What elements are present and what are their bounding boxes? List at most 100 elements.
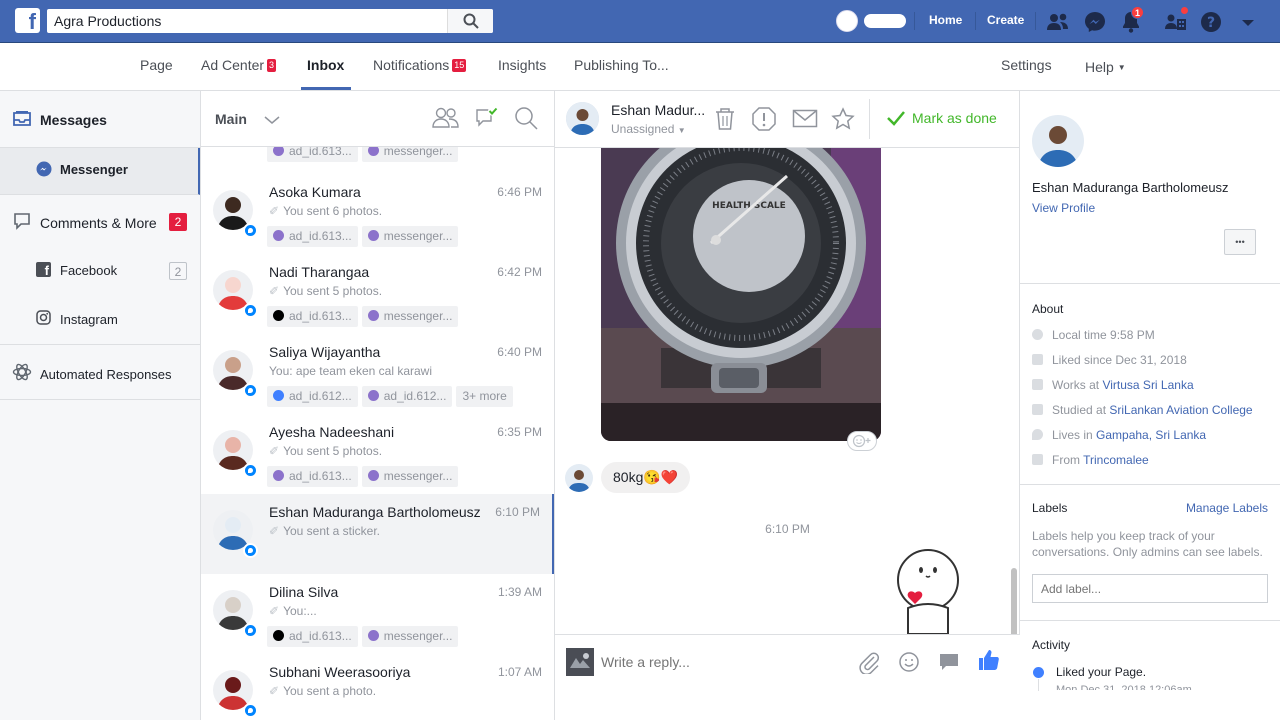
- trash-icon[interactable]: [713, 106, 737, 132]
- settings-link[interactable]: Settings: [1001, 57, 1052, 73]
- sidebar-item-label: Comments & More: [40, 215, 157, 231]
- add-reaction-icon[interactable]: [847, 431, 877, 451]
- label-tag[interactable]: 3+ more: [456, 386, 513, 407]
- conversation-tags: ad_id.612... ad_id.612... 3+ more: [267, 386, 517, 407]
- top-bar: f Home Create 1 ?: [0, 0, 1280, 43]
- paperclip-icon: ✐: [269, 524, 280, 538]
- assign-people-icon[interactable]: [432, 105, 460, 131]
- create-link[interactable]: Create: [987, 13, 1024, 27]
- mark-unread-envelope-icon[interactable]: [792, 108, 818, 130]
- conversation-list: Main ad_id.613... messenger... Asoka Kuma…: [201, 91, 555, 720]
- sender-avatar[interactable]: [565, 464, 593, 492]
- spam-alert-icon[interactable]: [751, 106, 777, 132]
- heart-sticker-icon[interactable]: [888, 548, 968, 634]
- search-input[interactable]: [47, 9, 447, 33]
- sidebar-item-instagram[interactable]: Instagram: [0, 293, 200, 345]
- profile-name-redacted[interactable]: [864, 14, 906, 28]
- tab-insights[interactable]: Insights: [498, 57, 546, 73]
- attachment-paperclip-icon[interactable]: [857, 650, 881, 674]
- tab-notifications[interactable]: Notifications 15: [373, 57, 467, 73]
- sidebar-item-label: Messages: [40, 112, 107, 128]
- tab-publishing-tools[interactable]: Publishing To...: [574, 57, 669, 73]
- reply-input[interactable]: [601, 649, 841, 675]
- label-tag[interactable]: ad_id.613...: [267, 466, 358, 487]
- thumbs-up-like-icon[interactable]: [977, 648, 1001, 672]
- hometown-link[interactable]: Trincomalee: [1083, 453, 1149, 467]
- tag-color-dot: [273, 390, 284, 401]
- messenger-badge-icon: [243, 223, 258, 238]
- manage-labels-link[interactable]: Manage Labels: [1186, 501, 1268, 515]
- sidebar-item-messenger[interactable]: Messenger: [0, 148, 200, 195]
- current-city-link[interactable]: Gampaha, Sri Lanka: [1096, 428, 1206, 442]
- label-tag[interactable]: messenger...: [361, 466, 459, 487]
- facebook-logo-icon[interactable]: f: [15, 8, 40, 33]
- label-tag[interactable]: ad_id.612...: [361, 386, 453, 407]
- tab-inbox[interactable]: Inbox: [307, 57, 344, 73]
- activity-heading: Activity: [1032, 638, 1071, 652]
- ad-center-count-badge: 3: [267, 59, 277, 72]
- conversation-item[interactable]: Nadi Tharangaa 6:42 PM ✐ You sent 5 photos.…: [201, 254, 554, 334]
- conversation-item[interactable]: Dilina Silva 1:39 AM ✐ You:... ad_id.613... m…: [201, 574, 554, 654]
- emoji-smiley-icon[interactable]: [897, 650, 921, 674]
- about-section: About Local time 9:58 PM Liked since Dec…: [1020, 284, 1280, 485]
- friend-requests-icon[interactable]: [1045, 9, 1071, 35]
- active-tab-underline: [301, 87, 351, 90]
- conversation-item[interactable]: Asoka Kumara 6:46 PM ✐ You sent 6 photos. ad…: [201, 174, 554, 254]
- view-profile-link[interactable]: View Profile: [1032, 201, 1095, 215]
- contact-name[interactable]: Eshan Madur...: [611, 102, 705, 118]
- help-question-icon[interactable]: ?: [1198, 9, 1224, 35]
- school-link[interactable]: SriLankan Aviation College: [1109, 403, 1252, 417]
- conversation-item[interactable]: Subhani Weerasooriya 1:07 AM ✐ You sent a p…: [201, 654, 554, 720]
- conversation-item[interactable]: Ayesha Nadeeshani 6:35 PM ✐ You sent 5 phot…: [201, 414, 554, 494]
- assignment-label: Unassigned: [611, 122, 675, 136]
- instagram-icon: [36, 310, 51, 325]
- chevron-down-icon[interactable]: [263, 114, 281, 126]
- account-menu-caret-icon[interactable]: [1235, 9, 1261, 35]
- notifications-count-badge: 15: [452, 59, 467, 72]
- label-tag[interactable]: messenger...: [361, 626, 459, 647]
- sidebar-item-automated-responses[interactable]: Automated Responses: [0, 345, 200, 400]
- saved-replies-icon[interactable]: [937, 650, 961, 674]
- tab-label: Page: [140, 57, 173, 73]
- chat-scrollbar[interactable]: [1011, 568, 1017, 634]
- conversation-item[interactable]: Saliya Wijayantha 6:40 PM You: ape team ek…: [201, 334, 554, 414]
- tab-page[interactable]: Page: [140, 57, 173, 73]
- label-tag[interactable]: ad_id.612...: [267, 386, 358, 407]
- sent-photo[interactable]: HEALTH SCALE: [601, 148, 881, 441]
- folder-filter-label[interactable]: Main: [215, 111, 247, 127]
- contact-profile-photo[interactable]: [1032, 115, 1084, 167]
- mark-as-done-button[interactable]: Mark as done: [886, 109, 997, 127]
- messenger-badge-icon: [243, 543, 258, 558]
- tab-ad-center[interactable]: Ad Center 3: [201, 57, 277, 73]
- sidebar-item-comments[interactable]: Comments & More 2: [0, 195, 200, 245]
- sidebar-item-messages[interactable]: Messages: [0, 91, 200, 148]
- label-tag[interactable]: ad_id.613...: [267, 626, 358, 647]
- done-filter-icon[interactable]: [474, 105, 500, 131]
- label-tag[interactable]: messenger...: [361, 226, 459, 247]
- label-tag[interactable]: messenger...: [361, 306, 459, 327]
- help-menu[interactable]: Help ▼: [1085, 59, 1126, 75]
- conversation-name: Ayesha Nadeeshani: [269, 424, 395, 440]
- message-bubble[interactable]: 80kg😘❤️: [601, 462, 691, 493]
- employer-link[interactable]: Virtusa Sri Lanka: [1102, 378, 1193, 392]
- activity-section: Activity Liked your Page. Mon Dec 31, 20…: [1020, 621, 1280, 720]
- add-label-input[interactable]: [1032, 574, 1268, 603]
- sidebar-item-facebook[interactable]: f Facebook 2: [0, 245, 200, 293]
- conversation-item[interactable]: Eshan Maduranga Bartholomeusz 6:10 PM ✐ You…: [201, 494, 554, 574]
- conversation-name: Saliya Wijayantha: [269, 344, 381, 360]
- conversation-list-header: Main: [201, 91, 554, 147]
- search-icon: [463, 13, 479, 29]
- more-options-button[interactable]: •••: [1224, 229, 1256, 255]
- search-icon[interactable]: [513, 105, 539, 131]
- search-button[interactable]: [447, 9, 493, 33]
- home-link[interactable]: Home: [929, 13, 962, 27]
- about-studied-at: Studied at SriLankan Aviation College: [1032, 403, 1253, 417]
- notification-count-badge: 1: [1131, 6, 1145, 19]
- label-tag[interactable]: ad_id.613...: [267, 226, 358, 247]
- messenger-icon[interactable]: [1082, 9, 1108, 35]
- profile-avatar[interactable]: [836, 10, 858, 32]
- label-tag[interactable]: ad_id.613...: [267, 306, 358, 327]
- contact-avatar[interactable]: [566, 102, 599, 135]
- star-icon[interactable]: [831, 107, 855, 131]
- assignment-dropdown[interactable]: Unassigned ▼: [611, 122, 686, 136]
